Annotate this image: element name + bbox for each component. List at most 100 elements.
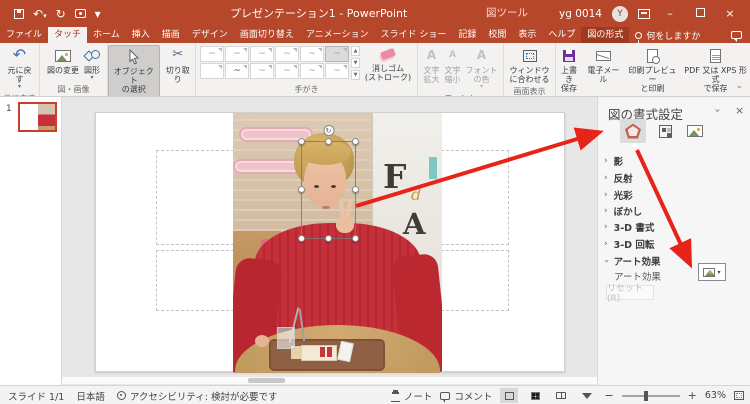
gallery-down-icon[interactable]: ▼ (351, 58, 360, 68)
pen-swatch-selected[interactable]: ~ (325, 46, 349, 62)
pane-section-shadow[interactable]: ›影 (604, 153, 744, 169)
grow-font-button[interactable]: A 文字 拡大 (422, 45, 442, 85)
fit-slide-to-window-icon[interactable] (734, 391, 744, 400)
tab-draw[interactable]: 描画 (156, 27, 186, 43)
tab-file[interactable]: ファイル (0, 27, 48, 43)
redo-icon[interactable]: ↻ (56, 8, 66, 20)
pane-section-reflection[interactable]: ›反射 (604, 170, 744, 186)
email-button[interactable]: 電子メール (583, 45, 624, 85)
gallery-up-icon[interactable]: ▲ (351, 46, 360, 56)
pane-collapse-icon[interactable]: › (712, 109, 723, 113)
avatar[interactable]: Y (612, 6, 628, 22)
artistic-effect-dropdown[interactable]: ▾ (698, 263, 726, 281)
selection-handle[interactable] (325, 235, 332, 242)
pen-swatch[interactable]: ~ (300, 46, 324, 62)
ribbon-display-options-icon[interactable] (638, 9, 650, 19)
view-sorter-button[interactable] (526, 388, 544, 403)
highlighter-swatch[interactable] (200, 63, 224, 79)
undo-caret-icon[interactable]: ▾ (43, 12, 47, 20)
tab-touch[interactable]: タッチ (48, 27, 87, 43)
rotate-handle-icon[interactable]: ↻ (323, 125, 334, 136)
tab-help[interactable]: ヘルプ (542, 27, 581, 43)
pen-swatch[interactable]: ~ (250, 46, 274, 62)
pen-swatch[interactable]: ~ (275, 63, 299, 79)
selection-handle[interactable] (325, 138, 332, 145)
touch-mode-icon[interactable] (75, 9, 86, 18)
selection-handle[interactable] (352, 186, 359, 193)
eraser-button[interactable]: 消しゴム (ストローク) (362, 43, 414, 83)
tab-picture-format[interactable]: 図の形式 (581, 27, 629, 43)
reset-button[interactable]: リセット(R) (606, 285, 654, 300)
change-picture-button[interactable]: 図の変更 (45, 45, 81, 76)
selection-handle[interactable] (352, 138, 359, 145)
picture-tab[interactable] (682, 119, 708, 143)
pen-swatch[interactable]: ~ (300, 63, 324, 79)
pane-section-glow[interactable]: ›光彩 (604, 187, 744, 203)
pen-swatch[interactable]: ~ (275, 46, 299, 62)
minimize-button[interactable]: – (660, 0, 680, 27)
tab-transitions[interactable]: 画面切り替え (234, 27, 300, 43)
comments-button[interactable]: コメント (440, 389, 492, 403)
zoom-slider[interactable] (622, 395, 680, 397)
accessibility-status[interactable]: アクセシビリティ: 検討が必要です (117, 389, 278, 403)
selection-handle[interactable] (298, 186, 305, 193)
view-reading-button[interactable] (552, 388, 570, 403)
language-indicator[interactable]: 日本語 (76, 389, 105, 403)
slide-thumbnail[interactable] (18, 102, 57, 132)
fit-to-window-button[interactable]: ウィンドウ に合わせる (508, 45, 552, 85)
tell-me-box[interactable]: 何をしますか (629, 27, 706, 43)
size-properties-tab[interactable] (652, 119, 678, 143)
tab-review[interactable]: 校閲 (482, 27, 512, 43)
effects-tab[interactable] (620, 119, 646, 143)
slide-canvas[interactable]: F d A (95, 112, 565, 372)
font-color-button[interactable]: A フォント の色▾ (464, 45, 500, 92)
selection-handle[interactable] (298, 138, 305, 145)
close-button[interactable]: × (720, 0, 740, 27)
save-icon[interactable] (14, 9, 24, 19)
pane-close-icon[interactable]: × (735, 104, 744, 117)
zoom-in-button[interactable]: + (688, 389, 697, 402)
zoom-slider-thumb[interactable] (644, 391, 648, 401)
shrink-font-button[interactable]: A 文字 縮小 (443, 45, 463, 85)
pen-swatch[interactable]: ~ (200, 46, 224, 62)
pane-section-soft-edges[interactable]: ›ぼかし (604, 203, 744, 219)
selection-box[interactable]: ↻ (301, 141, 356, 239)
selection-handle[interactable] (298, 235, 305, 242)
scrollbar-thumb[interactable] (248, 378, 285, 383)
ribbon-tab-row: ファイル タッチ ホーム 挿入 描画 デザイン 画面切り替え アニメーション ス… (0, 27, 750, 43)
view-slideshow-button[interactable] (578, 388, 596, 403)
tab-home[interactable]: ホーム (87, 27, 126, 43)
cut-button[interactable]: ✂ 切り取り (161, 45, 195, 85)
pen-swatch[interactable]: ~ (225, 46, 249, 62)
save-button[interactable]: 上書き 保存 (556, 45, 582, 95)
notes-button[interactable]: ノート (391, 389, 433, 403)
horizontal-scrollbar[interactable] (62, 377, 597, 384)
collapse-ribbon-icon[interactable]: › (735, 85, 745, 89)
pane-section-3d-rotation[interactable]: ›3-D 回転 (604, 236, 744, 252)
view-normal-button[interactable] (500, 388, 518, 403)
customize-qat-icon[interactable]: ▾ (95, 8, 101, 20)
undo-icon[interactable]: ↶▾ (33, 8, 47, 20)
print-preview-button[interactable]: 印刷プレビュー と印刷 (625, 45, 680, 95)
tab-view[interactable]: 表示 (512, 27, 542, 43)
maximize-button[interactable] (690, 0, 710, 27)
undo-button[interactable]: ↶ 元に戻 す▾ (6, 45, 34, 92)
comments-icon[interactable] (731, 31, 742, 39)
zoom-out-button[interactable]: − (604, 389, 613, 402)
tab-animations[interactable]: アニメーション (300, 27, 375, 43)
select-objects-button[interactable]: オブジェクト の選択 (108, 45, 160, 97)
tab-record[interactable]: 記録 (452, 27, 482, 43)
tab-slideshow[interactable]: スライド ショー (374, 27, 452, 43)
tab-design[interactable]: デザイン (186, 27, 234, 43)
pen-swatch[interactable]: ~ (325, 63, 349, 79)
pen-swatch[interactable]: ~ (250, 63, 274, 79)
gallery-more-icon[interactable]: ▼ (351, 70, 360, 80)
account-name[interactable]: yg 0014 (559, 8, 602, 20)
shapes-button[interactable]: 図形▾ (82, 45, 102, 83)
context-tab-group-label: 図ツール (486, 0, 528, 27)
selection-handle[interactable] (352, 235, 359, 242)
pen-swatch[interactable]: ~ (225, 63, 249, 79)
tab-insert[interactable]: 挿入 (126, 27, 156, 43)
zoom-level[interactable]: 63% (705, 390, 726, 401)
pane-section-3d-format[interactable]: ›3-D 書式 (604, 219, 744, 235)
